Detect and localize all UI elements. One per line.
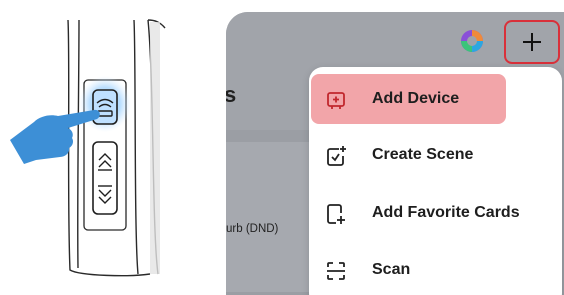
menu-item-add-device[interactable]: Add Device bbox=[309, 74, 562, 124]
menu-item-label: Add Favorite Cards bbox=[372, 204, 520, 221]
menu-item-label: Scan bbox=[372, 261, 411, 278]
app-screen: s urb (DND) Add Device Create Scene Add … bbox=[226, 12, 564, 295]
page-heading-partial: s bbox=[226, 82, 237, 107]
scan-icon bbox=[327, 262, 345, 280]
create-scene-icon bbox=[327, 146, 346, 166]
device-illustration bbox=[10, 19, 166, 277]
device-edge-shade bbox=[150, 22, 160, 274]
add-button[interactable] bbox=[504, 20, 560, 64]
menu-item-add-favorite-cards[interactable]: Add Favorite Cards bbox=[309, 188, 562, 238]
menu-item-label: Add Device bbox=[372, 90, 460, 107]
menu-item-create-scene[interactable]: Create Scene bbox=[309, 130, 562, 180]
plus-icon bbox=[523, 33, 541, 51]
assistant-icon[interactable] bbox=[459, 28, 485, 54]
dnd-label-partial: urb (DND) bbox=[226, 223, 279, 235]
add-menu: Add Device Create Scene Add Favorite Car… bbox=[309, 67, 562, 295]
dnd-card[interactable] bbox=[226, 142, 310, 292]
menu-item-scan[interactable]: Scan bbox=[309, 245, 562, 295]
add-favorite-cards-icon bbox=[327, 204, 345, 224]
add-device-icon bbox=[327, 92, 345, 109]
menu-item-label: Create Scene bbox=[372, 146, 474, 163]
